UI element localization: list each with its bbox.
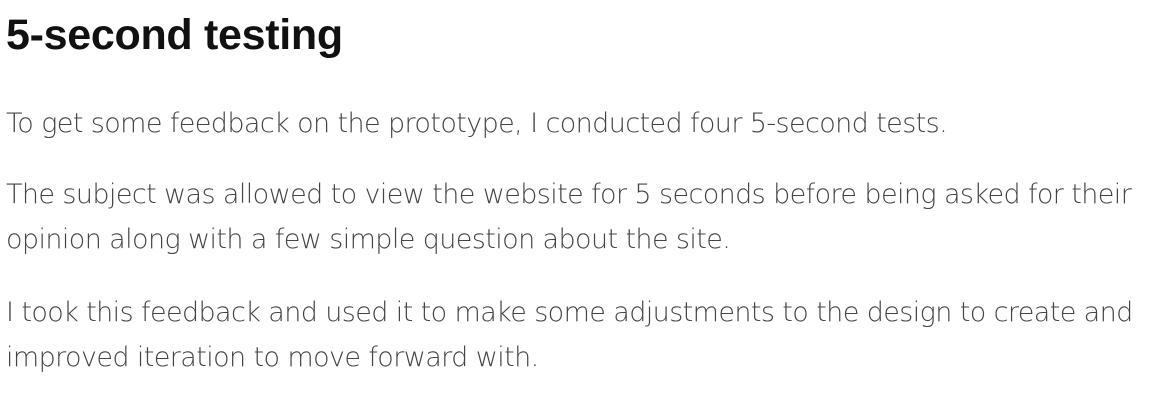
paragraph-intro: To get some feedback on the prototype, I…	[6, 108, 948, 139]
section-heading: 5-second testing	[6, 11, 343, 59]
paragraph-method: The subject was allowed to view the webs…	[6, 179, 1132, 255]
paragraph-outcome: I took this feedback and used it to make…	[6, 297, 1133, 373]
article-section: 5-second testing To get some feedback on…	[6, 6, 1156, 380]
